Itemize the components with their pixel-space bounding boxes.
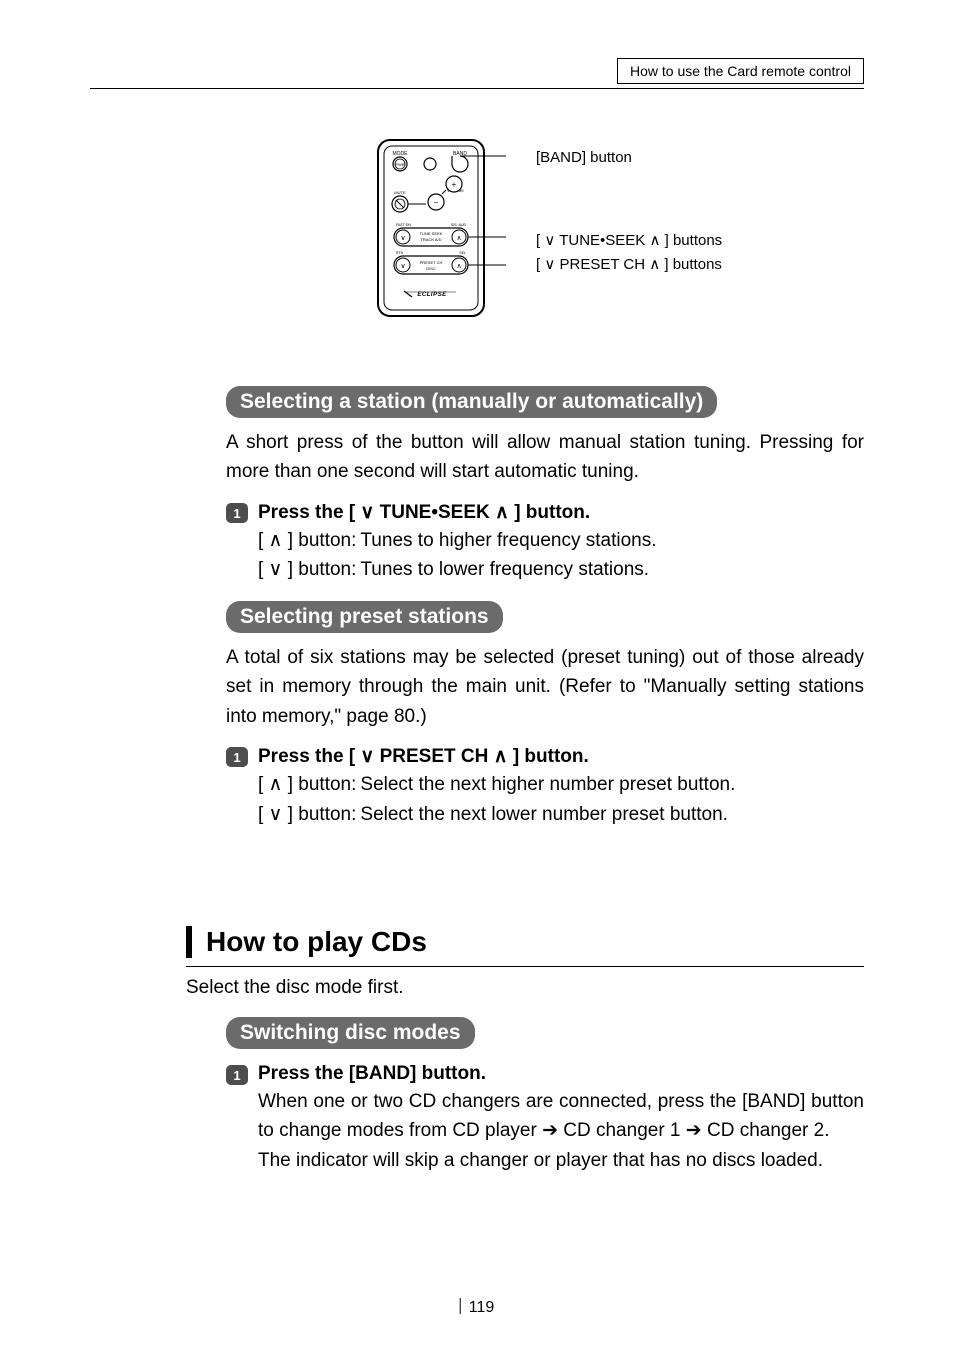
header-breadcrumb: How to use the Card remote control [617, 58, 864, 84]
svg-text:−: − [434, 198, 439, 207]
heading-bar: How to play CDs [186, 926, 864, 958]
svg-text:SEL: SEL [459, 251, 466, 255]
svg-text:MODE: MODE [393, 151, 409, 157]
step-instruction: Press the [ ∨ PRESET CH ∧ ] button. [258, 745, 589, 768]
sub-label: [ ∨ ] button: [258, 555, 360, 584]
svg-text:PWR: PWR [395, 162, 404, 167]
svg-text:TUNE SEEK: TUNE SEEK [420, 231, 443, 236]
section-title-selecting-station: Selecting a station (manually or automat… [226, 386, 717, 418]
svg-text:1: 1 [233, 1068, 240, 1083]
intro-text: Select the disc mode first. [186, 977, 864, 999]
svg-text:MUTE: MUTE [394, 190, 406, 195]
svg-text:TRACK A/D: TRACK A/D [420, 237, 441, 242]
svg-text:∧: ∧ [456, 235, 461, 242]
svg-text:DISC: DISC [426, 266, 436, 271]
remote-label-band: [BAND] button [536, 149, 632, 166]
svg-text:+: + [452, 180, 457, 189]
body-text: A short press of the button will allow m… [226, 428, 864, 487]
svg-text:∨: ∨ [400, 235, 405, 242]
header-rule [90, 88, 864, 89]
sub-label: [ ∧ ] button: [258, 526, 360, 555]
svg-text:PRESET CH: PRESET CH [420, 260, 443, 265]
remote-illustration: MODE BAND PWR VOLUME + − MUTE FAST⋅DN SE [376, 138, 506, 318]
body-text: When one or two CD changers are connecte… [258, 1087, 864, 1146]
svg-text:1: 1 [233, 750, 240, 765]
body-text: A total of six stations may be selected … [226, 643, 864, 731]
section-title-switching-disc: Switching disc modes [226, 1017, 475, 1049]
heading-rule [186, 966, 864, 967]
svg-text:1: 1 [233, 506, 240, 521]
remote-label-tune: [ ∨ TUNE•SEEK ∧ ] buttons [536, 231, 722, 249]
section-title-selecting-preset: Selecting preset stations [226, 601, 503, 633]
step-number-1-icon: 1 [226, 1065, 248, 1085]
body-text: The indicator will skip a changer or pla… [258, 1146, 864, 1175]
svg-text:ECLIPSE: ECLIPSE [417, 292, 447, 298]
sub-desc: Tunes to higher frequency stations. [360, 526, 660, 555]
sub-desc: Select the next lower number preset butt… [360, 800, 739, 829]
svg-text:FAST⋅DN: FAST⋅DN [396, 223, 411, 227]
page-number: 119 [460, 1298, 495, 1317]
sub-label: [ ∧ ] button: [258, 770, 360, 799]
step-number-1-icon: 1 [226, 747, 248, 767]
sub-desc: Tunes to lower frequency stations. [360, 555, 660, 584]
svg-text:SEL⋅AUD: SEL⋅AUD [451, 223, 467, 227]
remote-figure: MODE BAND PWR VOLUME + − MUTE FAST⋅DN SE [376, 138, 506, 318]
svg-text:∨: ∨ [400, 263, 405, 270]
svg-text:RTN: RTN [396, 251, 404, 255]
step-instruction: Press the [BAND] button. [258, 1063, 486, 1085]
sub-label: [ ∨ ] button: [258, 800, 360, 829]
remote-label-preset: [ ∨ PRESET CH ∧ ] buttons [536, 255, 722, 273]
sub-desc: Select the next higher number preset but… [360, 770, 739, 799]
heading-how-to-play-cds: How to play CDs [206, 926, 864, 958]
svg-text:∧: ∧ [456, 263, 461, 270]
step-instruction: Press the [ ∨ TUNE•SEEK ∧ ] button. [258, 501, 590, 524]
step-number-1-icon: 1 [226, 503, 248, 523]
